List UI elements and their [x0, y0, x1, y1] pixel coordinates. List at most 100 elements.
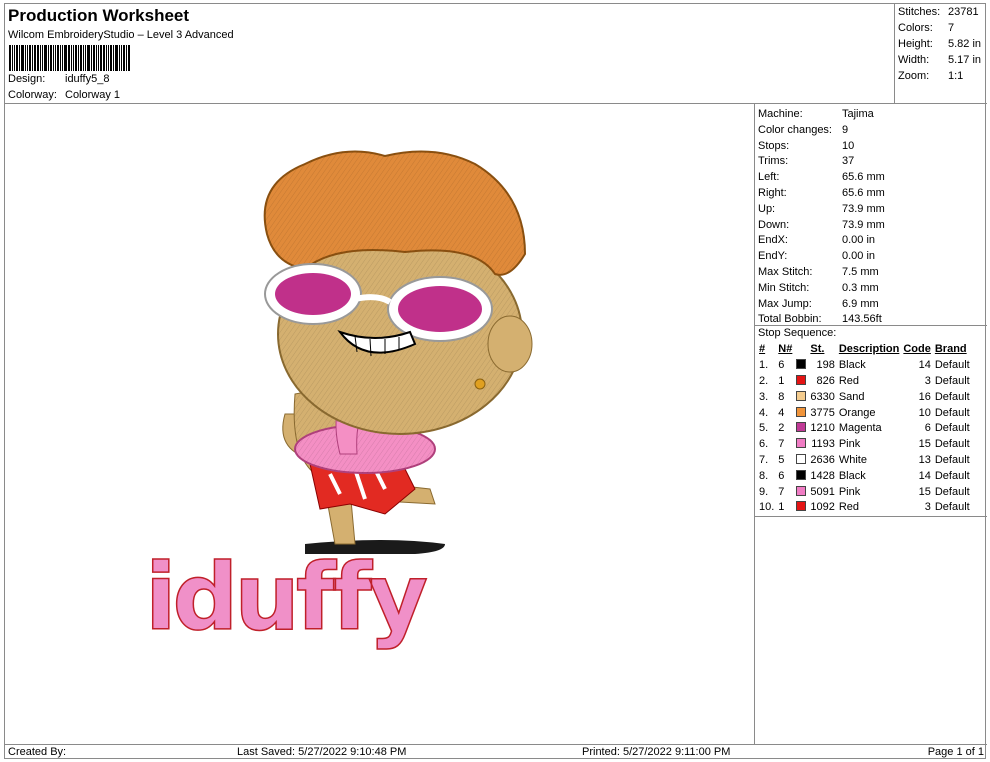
info-value: 0.00 in — [842, 234, 876, 247]
height-row: Height: 5.82 in — [898, 38, 981, 50]
info-row: Color changes: 9 — [758, 123, 848, 138]
info-label: Machine: — [758, 108, 803, 120]
row-description: Pink — [838, 438, 861, 451]
row-code: 14 — [918, 359, 931, 372]
design-value: iduffy5_8 — [65, 73, 110, 85]
table-row: 2. 1 826 Red 3 Default — [757, 374, 972, 390]
color-swatch — [796, 374, 807, 385]
row-needle: 2 — [778, 422, 785, 435]
info-label: Stops: — [758, 139, 790, 152]
table-divider — [755, 516, 987, 517]
footer: Created By: Last Saved: 5/27/2022 9:10:4… — [5, 744, 987, 760]
color-swatch-cell — [794, 421, 808, 437]
color-swatch — [796, 359, 807, 370]
row-number: 7. — [759, 453, 769, 466]
col-swatch — [794, 342, 808, 358]
info-value: 73.9 mm — [842, 218, 885, 231]
row-code: 15 — [918, 438, 931, 451]
zoom-label: Zoom: — [898, 70, 930, 82]
info-value: 10 — [842, 139, 855, 152]
row-needle: 8 — [778, 390, 785, 403]
table-row: 4. 4 3775 Orange 10 Default — [757, 405, 972, 421]
row-brand: Default — [934, 438, 970, 451]
color-swatch-cell — [794, 500, 808, 516]
table-row: 10. 1 1092 Red 3 Default — [757, 500, 972, 516]
row-stitches: 198 — [816, 359, 835, 372]
table-row: 8. 6 1428 Black 14 Default — [757, 468, 972, 484]
color-swatch — [796, 438, 807, 449]
info-label: EndY: — [758, 250, 788, 263]
row-description: Red — [838, 501, 860, 514]
info-value: 0.3 mm — [842, 281, 879, 294]
info-row: Stops: 10 — [758, 139, 854, 154]
colorway-row: Colorway: Colorway 1 — [8, 89, 120, 101]
colors-value: 7 — [948, 22, 955, 34]
table-row: 3. 8 6330 Sand 16 Default — [757, 389, 972, 405]
row-code: 3 — [924, 374, 931, 387]
table-row: 5. 2 1210 Magenta 6 Default — [757, 421, 972, 437]
row-code: 13 — [918, 453, 931, 466]
col-stitches: St. — [810, 343, 825, 356]
col-brand: Brand — [934, 343, 967, 356]
table-row: 9. 7 5091 Pink 15 Default — [757, 484, 972, 500]
row-stitches: 1193 — [811, 438, 835, 451]
info-value: 0.00 in — [842, 250, 876, 263]
row-needle: 1 — [778, 501, 785, 514]
zoom-row: Zoom: 1:1 — [898, 70, 963, 82]
color-swatch — [796, 501, 807, 512]
info-row: Max Jump: 6.9 mm — [758, 297, 879, 312]
color-swatch — [796, 390, 807, 401]
col-description: Description — [838, 343, 900, 356]
info-value: Tajima — [842, 108, 874, 120]
color-swatch-cell — [794, 453, 808, 469]
info-value: 7.5 mm — [842, 266, 879, 278]
color-swatch-cell — [794, 374, 808, 390]
row-stitches: 1092 — [810, 501, 835, 514]
embroidery-design-illustration: iduffy — [144, 150, 533, 652]
info-value: 6.9 mm — [842, 297, 879, 310]
design-text: iduffy — [145, 544, 427, 651]
row-stitches: 3775 — [810, 406, 835, 419]
row-description: Sand — [838, 390, 865, 403]
row-description: Red — [838, 374, 860, 387]
row-brand: Default — [934, 406, 970, 419]
info-row: Down: 73.9 mm — [758, 218, 885, 233]
row-needle: 4 — [778, 406, 785, 419]
machine-info-panel: Machine: Tajima Color changes: 9 Stops: 10 Tri… — [755, 104, 987, 744]
info-label: Color changes: — [758, 123, 832, 136]
color-swatch — [796, 453, 807, 464]
page-number: Page 1 of 1 — [927, 746, 984, 758]
row-brand: Default — [934, 422, 970, 435]
info-row: EndX: 0.00 in — [758, 233, 875, 248]
color-swatch — [796, 469, 807, 480]
design-preview: iduffy — [5, 104, 755, 744]
row-code: 14 — [918, 469, 931, 482]
color-swatch-cell — [794, 405, 808, 421]
row-description: Black — [838, 359, 866, 372]
info-label: Min Stitch: — [758, 281, 810, 294]
color-swatch-cell — [794, 437, 808, 453]
row-code: 16 — [918, 390, 931, 403]
row-number: 2. — [759, 374, 769, 387]
row-stitches: 826 — [816, 374, 835, 387]
row-number: 9. — [759, 485, 769, 498]
row-brand: Default — [934, 501, 970, 514]
colors-row: Colors: 7 — [898, 22, 954, 34]
worksheet-header: Production Worksheet Wilcom EmbroiderySt… — [5, 4, 895, 104]
info-row: Min Stitch: 0.3 mm — [758, 281, 879, 296]
color-swatch-cell — [794, 358, 808, 374]
page-title: Production Worksheet — [8, 6, 190, 25]
info-label: EndX: — [758, 234, 788, 247]
row-brand: Default — [934, 359, 970, 372]
row-brand: Default — [934, 485, 970, 498]
row-code: 15 — [918, 485, 931, 498]
info-row: Max Stitch: 7.5 mm — [758, 265, 879, 280]
row-number: 8. — [759, 469, 769, 482]
color-swatch-cell — [794, 389, 808, 405]
info-label: Trims: — [758, 155, 789, 168]
software-name: Wilcom EmbroideryStudio – Level 3 Advanc… — [8, 29, 234, 41]
row-brand: Default — [934, 453, 970, 466]
row-stitches: 5091 — [810, 485, 835, 498]
table-row: 1. 6 198 Black 14 Default — [757, 358, 972, 374]
width-row: Width: 5.17 in — [898, 54, 981, 66]
